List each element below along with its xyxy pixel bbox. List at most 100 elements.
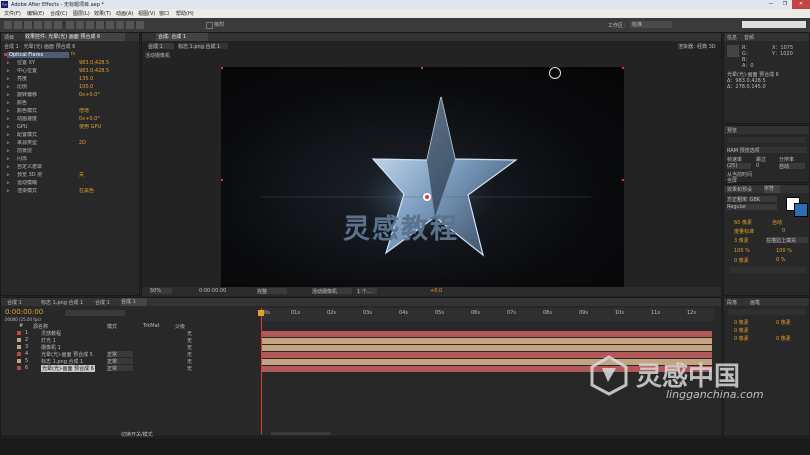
tab-preview[interactable]: 预览 [727,127,737,134]
effect-param-row[interactable]: ▸ 预览 3D 层 关 [3,172,137,179]
leading[interactable]: 自动 [772,219,782,226]
handle-lm[interactable] [221,179,223,181]
expand-triangle-icon[interactable]: ▸ [7,84,10,91]
menu-composition[interactable]: 合成(C) [50,10,67,17]
expand-triangle-icon[interactable]: ▸ [7,172,10,179]
timeline-tab-1[interactable]: 合成 1 [7,299,22,306]
expand-triangle-icon[interactable]: ▸ [7,60,10,67]
expand-triangle-icon[interactable]: ▸ [7,68,10,75]
minimize-button[interactable]: — [764,0,778,9]
effect-param-row[interactable]: ▸ 前景层 [3,148,137,155]
layer-name[interactable]: 标志 1.png 合成 1 [41,358,83,365]
play-controls[interactable] [728,137,806,143]
playhead[interactable] [261,308,262,434]
effect-param-row[interactable]: ▸ 旋转偏移 0x+0.0° [3,92,137,99]
font-style-select[interactable]: Regular [727,204,777,210]
indent-right[interactable]: 0 像素 [776,319,791,326]
effect-param-row[interactable]: ▸ 来源类型 2D [3,140,137,147]
track-bar[interactable] [262,338,712,344]
font-select[interactable]: 方正粗宋_GBK [727,196,777,202]
expand-triangle-icon[interactable]: ▸ [7,116,10,123]
shape-tool-icon[interactable] [66,21,74,29]
handle-rm[interactable] [622,179,624,181]
expand-triangle-icon[interactable]: ▸ [7,180,10,187]
tab-effect-controls[interactable]: 效果控件: 光晕(光) 画面 预合成 6 [25,33,125,41]
effect-name[interactable]: Optical Flares [7,52,69,58]
expand-triangle-icon[interactable]: ▸ [7,92,10,99]
tracking[interactable]: 0 [782,228,785,234]
effect-param-row[interactable]: ▸ 颜色 [3,100,137,107]
menu-window[interactable]: 窗口 [159,10,169,17]
indent-first[interactable]: 0 像素 [734,327,749,334]
layer-parent[interactable]: 无 [187,351,192,358]
expand-triangle-icon[interactable]: ▸ [7,124,10,131]
layer-name[interactable]: 灯光 1 [41,337,56,344]
timeline-tab-4[interactable]: 合成 1 [121,298,147,306]
menu-help[interactable]: 帮助(H) [176,10,194,17]
expand-triangle-icon[interactable]: ▸ [7,108,10,115]
space-before[interactable]: 0 像素 [734,335,749,342]
skip-value[interactable]: 0 [756,163,759,169]
pen-tool-icon[interactable] [76,21,84,29]
track-bar[interactable] [262,345,712,351]
kerning[interactable]: 度量标准 [734,228,754,235]
effect-param-row[interactable]: ▸ 自定义遮罩 [3,164,137,171]
baseline-shift[interactable]: 0 像素 [734,257,749,264]
menu-edit[interactable]: 编辑(E) [27,10,44,17]
layer-color-2[interactable] [17,338,21,342]
timeline-tab-2[interactable]: 标志 1.png 合成 1 [41,299,83,306]
effect-param-row[interactable]: ▸ GPU 使用 GPU [3,124,137,131]
tab-info[interactable]: 信息 [727,34,737,41]
effect-param-row[interactable]: ▸ 配置模式 [3,132,137,139]
tsume[interactable]: 0 % [776,257,786,263]
effect-param-value[interactable]: 倍增 [79,108,137,115]
effect-param-row[interactable]: ▸ 中心位置 983.0,428.5 [3,68,137,75]
zoom-tool-icon[interactable] [24,21,32,29]
layer-color-6[interactable] [17,366,21,370]
renderer-value[interactable]: 经典 3D [697,43,716,50]
layer-parent[interactable]: 无 [187,365,192,372]
layer-name[interactable]: 灵感教程 [41,330,61,337]
expand-triangle-icon[interactable]: ▸ [7,148,10,155]
layer-parent[interactable]: 无 [187,337,192,344]
camera-tool-icon[interactable] [44,21,52,29]
expand-triangle-icon[interactable]: ▸ [7,156,10,163]
comp-canvas[interactable]: 灵感教程 [221,67,624,293]
stroke-color-swatch[interactable] [794,203,808,217]
layer-mode[interactable]: 正常 [107,351,133,357]
menu-file[interactable]: 文件(F) [4,10,21,17]
layer-parent[interactable]: 无 [187,358,192,365]
menu-view[interactable]: 视图(V) [138,10,155,17]
resolution-select[interactable]: 完整 [257,288,287,294]
effect-param-value[interactable]: 135.0 [79,76,137,83]
menu-layer[interactable]: 图层(L) [73,10,90,17]
tab-audio[interactable]: 音频 [744,34,754,41]
hand-tool-icon[interactable] [14,21,22,29]
effect-param-value[interactable]: 100.0 [79,84,137,91]
clone-tool-icon[interactable] [106,21,114,29]
stroke-mode-select[interactable]: 在描边上填充 [766,237,808,243]
horizontal-scale[interactable]: 100 % [776,248,792,254]
zoom-select[interactable]: 50% [150,288,172,294]
effect-param-row[interactable]: ▸ 比例 100.0 [3,84,137,91]
align-buttons[interactable] [728,309,806,315]
zoom-slider[interactable] [271,432,331,435]
layer-parent[interactable]: 无 [187,344,192,351]
effect-param-row[interactable]: ▸ 亮度 135.0 [3,76,137,83]
snap-checkbox[interactable] [206,22,213,29]
breadcrumb-comp1[interactable]: 合成 1 [148,43,174,49]
effect-param-value[interactable]: 使用 GPU [79,124,137,131]
layer-mode[interactable]: 正常 [107,358,133,364]
effect-param-value[interactable]: 983.0,428.5 [79,60,137,67]
effect-param-value[interactable]: 0x+0.0° [79,92,137,99]
exposure-value[interactable]: +0.0 [430,288,442,294]
expand-triangle-icon[interactable]: ▸ [7,140,10,147]
timeline-tab-3[interactable]: 合成 1 [95,299,110,306]
expand-triangle-icon[interactable]: ▸ [7,164,10,171]
track-bar[interactable] [262,331,712,337]
effect-param-value[interactable]: 2D [79,140,137,147]
roto-tool-icon[interactable] [126,21,134,29]
maximize-button[interactable]: ❐ [778,0,792,9]
handle-tm[interactable] [421,67,423,69]
playhead-marker-icon[interactable] [258,310,264,316]
